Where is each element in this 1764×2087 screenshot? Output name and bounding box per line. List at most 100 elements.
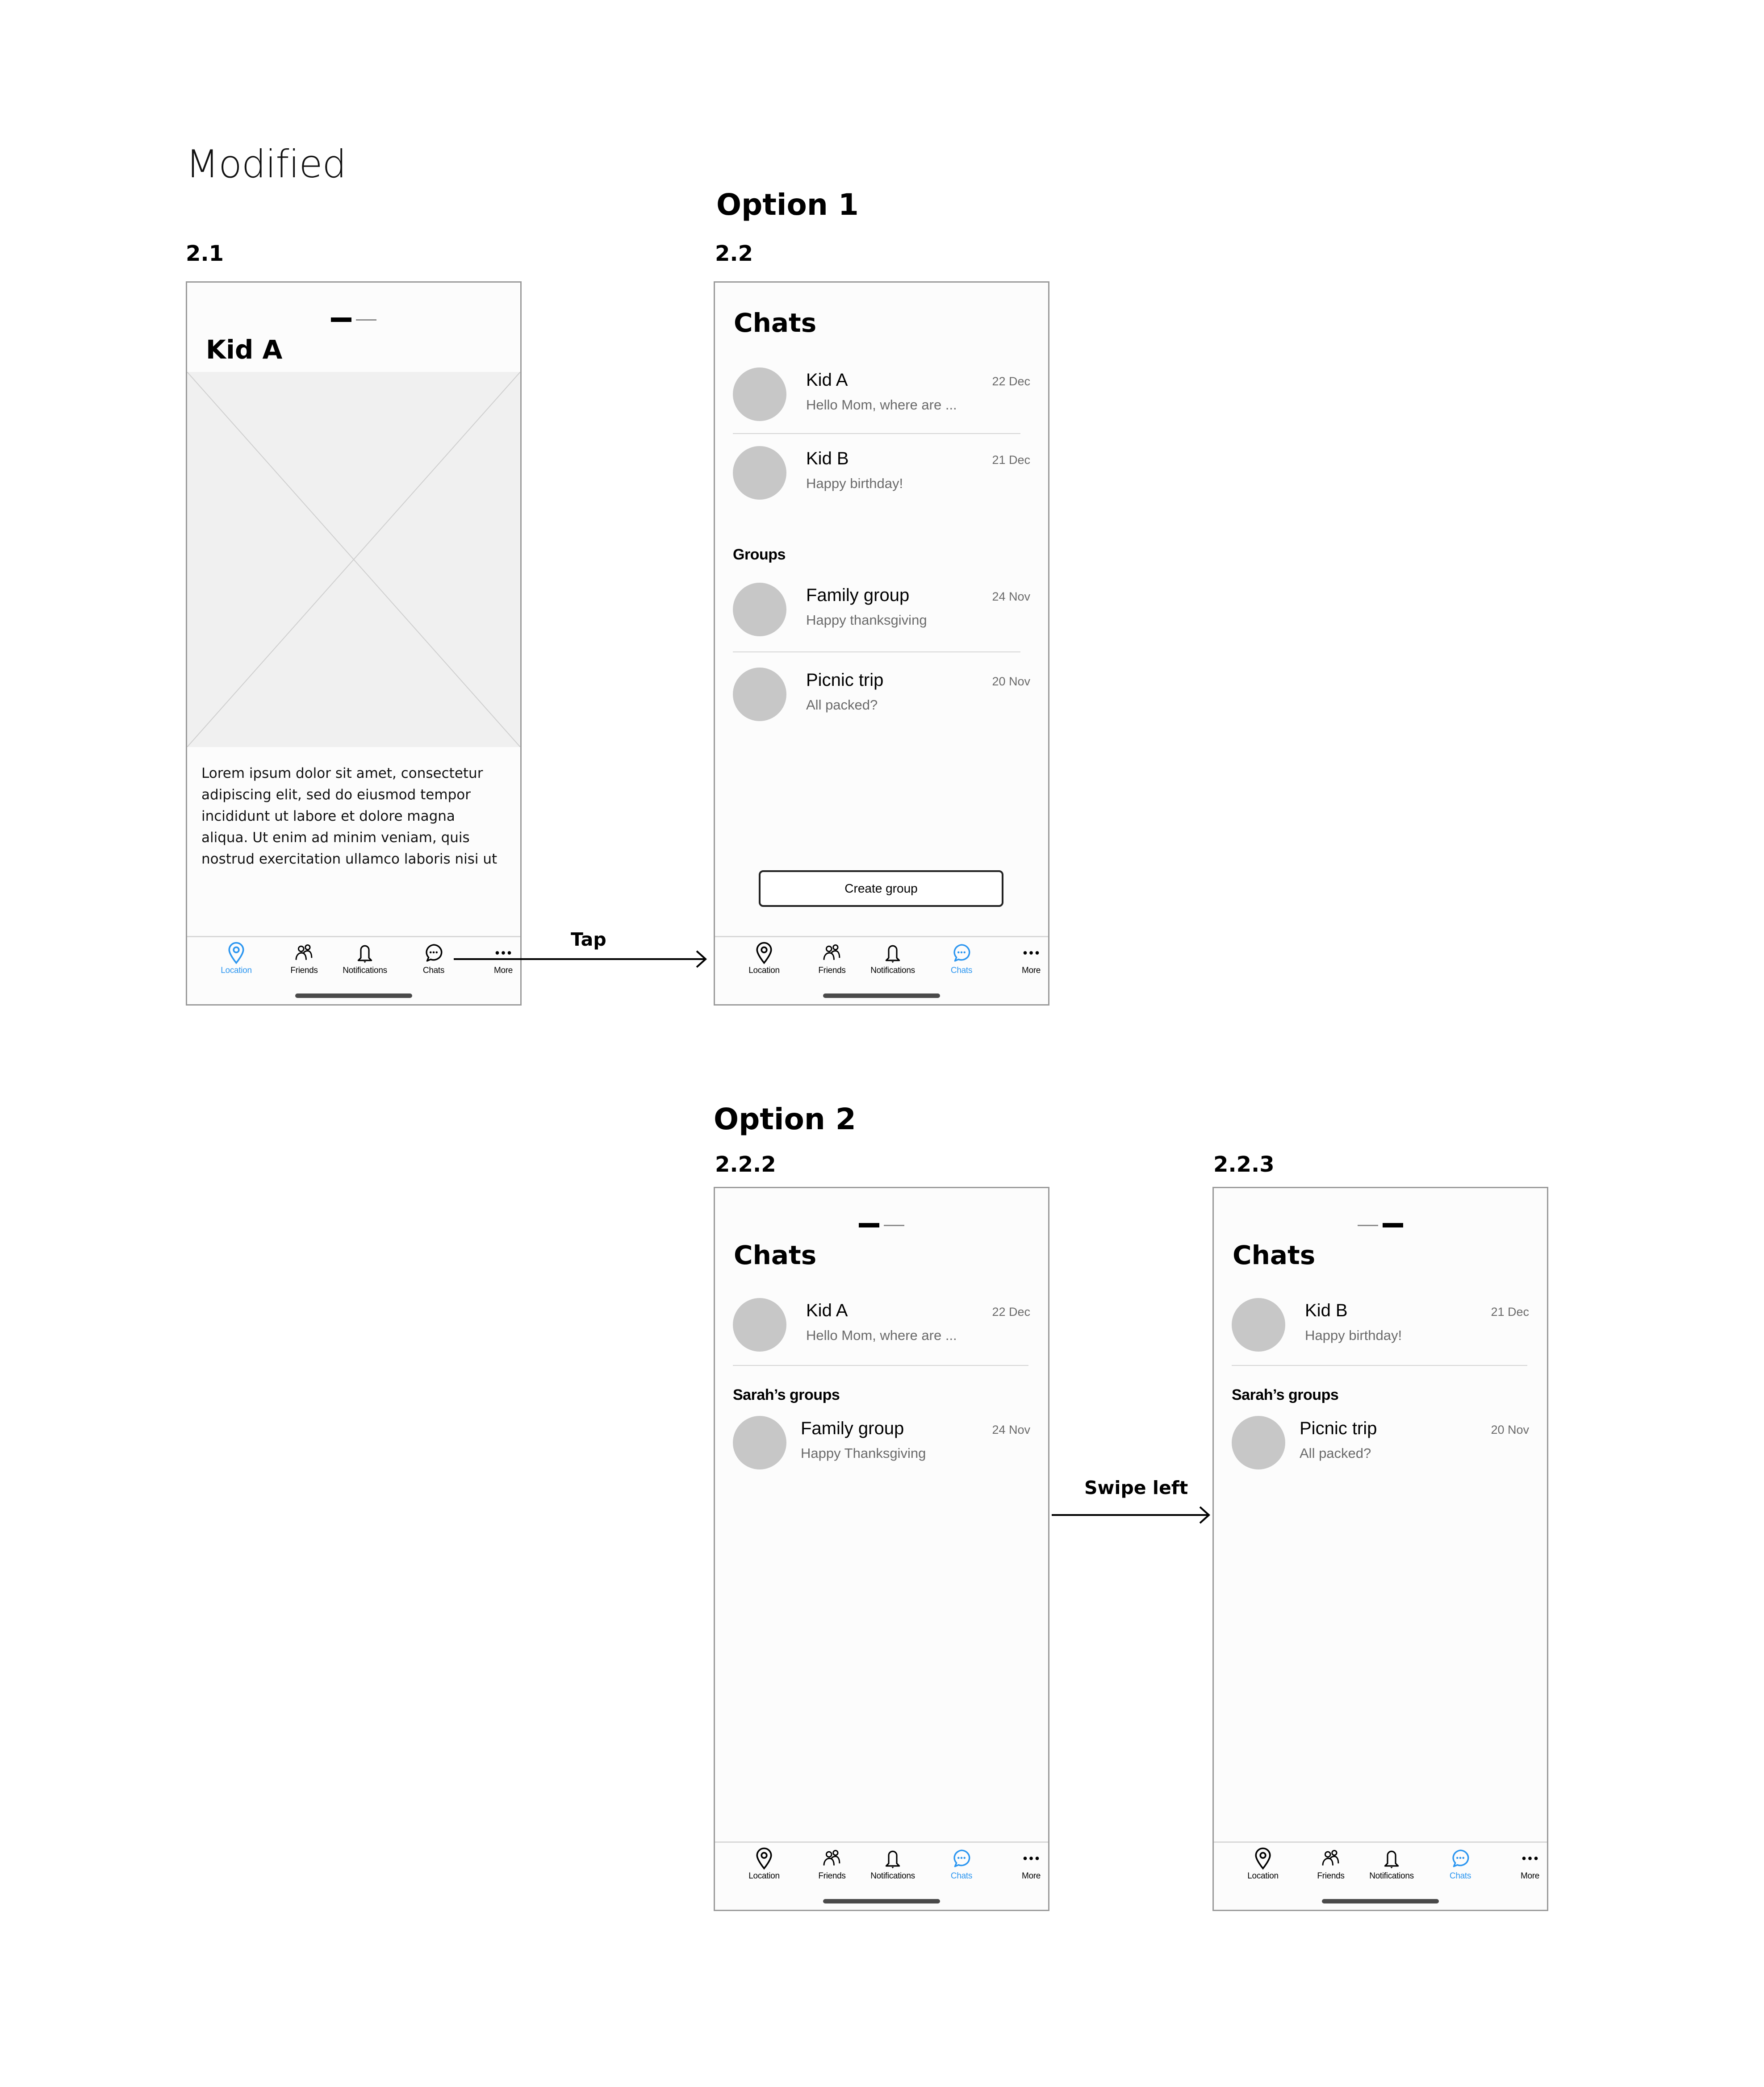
bell-icon (881, 941, 905, 965)
groups-section-label: Groups (733, 546, 786, 563)
tab-label: Notifications (343, 966, 387, 975)
tab-notifications[interactable]: Notifications (861, 941, 924, 976)
group-date: 24 Nov (992, 1423, 1030, 1436)
arrow-head-icon (1199, 1506, 1210, 1524)
phone-screen-2-1: Kid A Lorem ipsum dolor sit amet, consec… (186, 281, 522, 1006)
tab-label: Location (221, 966, 252, 975)
tab-label: Chats (950, 1871, 973, 1881)
create-group-button[interactable]: Create group (759, 870, 1003, 907)
chat-preview: Happy birthday! (806, 476, 903, 491)
tab-label: Chats (422, 966, 445, 975)
group-list-item[interactable]: Family group Happy thanksgiving 24 Nov (733, 583, 1030, 641)
tab-friends[interactable]: Friends (801, 941, 863, 976)
arrow-head-icon (696, 950, 707, 968)
page-indicator[interactable] (715, 1222, 1048, 1228)
group-preview: Happy Thanksgiving (801, 1445, 926, 1461)
more-dots-icon (1518, 1846, 1542, 1870)
tab-label: Friends (818, 1871, 846, 1881)
chat-name: Kid A (806, 1301, 848, 1320)
bell-icon (881, 1846, 905, 1870)
tab-friends[interactable]: Friends (1300, 1846, 1362, 1881)
tap-flow-arrow (454, 958, 705, 960)
tab-label: Notifications (1369, 1871, 1414, 1881)
group-list-item[interactable]: Picnic trip All packed? 20 Nov (1232, 1416, 1529, 1474)
more-dots-icon (1019, 941, 1043, 965)
tab-label: More (1520, 1871, 1540, 1881)
page-dot-active (859, 1223, 879, 1227)
chats-heading: Chats (734, 308, 817, 338)
tab-location[interactable]: Location (205, 941, 268, 976)
chat-name: Kid A (806, 370, 848, 390)
groups-section-label: Sarah’s groups (1232, 1386, 1339, 1403)
tab-notifications[interactable]: Notifications (334, 941, 396, 976)
phone-screen-2-2: Chats Kid A Hello Mom, where are ... 22 … (714, 281, 1049, 1006)
tab-chats[interactable]: Chats (930, 941, 993, 976)
home-indicator (1322, 1899, 1439, 1903)
tab-more[interactable]: More (1000, 941, 1048, 976)
home-indicator (295, 993, 412, 998)
chat-list-item[interactable]: Kid A Hello Mom, where are ... 22 Dec (733, 1298, 1030, 1356)
divider (1232, 1365, 1527, 1366)
map-pin-icon (1251, 1846, 1275, 1870)
chat-list-item[interactable]: Kid A Hello Mom, where are ... 22 Dec (733, 367, 1030, 426)
chat-bubble-icon (949, 1846, 974, 1870)
page-dot (356, 319, 376, 321)
group-date: 24 Nov (992, 590, 1030, 603)
tab-friends[interactable]: Friends (801, 1846, 863, 1881)
tab-more[interactable]: More (1499, 1846, 1547, 1881)
screen-id-2-2-2: 2.2.2 (715, 1152, 776, 1177)
screen-id-2-2-3: 2.2.3 (1213, 1152, 1275, 1177)
map-pin-icon (752, 1846, 776, 1870)
tab-label: Location (1247, 1871, 1279, 1881)
page-title: Modified (186, 142, 347, 187)
tab-notifications[interactable]: Notifications (1360, 1846, 1423, 1881)
page-indicator[interactable] (1214, 1222, 1547, 1228)
avatar (733, 668, 786, 721)
tab-more[interactable]: More (1000, 1846, 1048, 1881)
chat-preview: Hello Mom, where are ... (806, 1327, 957, 1343)
group-name: Picnic trip (806, 670, 884, 690)
tab-chats[interactable]: Chats (930, 1846, 993, 1881)
tab-friends[interactable]: Friends (273, 941, 335, 976)
page-dot (884, 1224, 904, 1226)
bell-icon (1379, 1846, 1404, 1870)
group-preview: All packed? (1300, 1445, 1371, 1461)
divider (733, 433, 1020, 434)
tab-location[interactable]: Location (733, 1846, 795, 1881)
phone-screen-2-2-3: Chats Kid B Happy birthday! 21 Dec Sarah… (1212, 1187, 1548, 1911)
map-pin-icon (224, 941, 248, 965)
chat-list-item[interactable]: Kid B Happy birthday! 21 Dec (733, 446, 1030, 504)
swipe-flow-arrow (1052, 1514, 1208, 1516)
group-preview: Happy thanksgiving (806, 612, 927, 628)
tab-label: Notifications (870, 966, 915, 975)
tab-chats[interactable]: Chats (1429, 1846, 1492, 1881)
chats-heading: Chats (734, 1240, 817, 1270)
chat-date: 22 Dec (992, 375, 1030, 388)
bell-icon (353, 941, 377, 965)
friends-icon (1319, 1846, 1343, 1870)
avatar (733, 446, 786, 500)
avatar (733, 367, 786, 421)
divider (733, 651, 1020, 652)
tab-label: More (1021, 966, 1041, 975)
page-dot-active (331, 317, 351, 322)
group-list-item[interactable]: Family group Happy Thanksgiving 24 Nov (733, 1416, 1030, 1474)
tab-label: More (493, 966, 513, 975)
more-dots-icon (1019, 1846, 1043, 1870)
friends-icon (820, 941, 844, 965)
tab-notifications[interactable]: Notifications (861, 1846, 924, 1881)
avatar (1232, 1416, 1285, 1469)
page-dot (1358, 1224, 1378, 1226)
chat-bubble-icon (1448, 1846, 1472, 1870)
chat-preview: Happy birthday! (1305, 1327, 1402, 1343)
tab-label: Friends (1317, 1871, 1345, 1881)
chat-bubble-icon (422, 941, 446, 965)
map-image-placeholder (187, 372, 520, 747)
page-indicator[interactable] (187, 317, 520, 323)
tab-location[interactable]: Location (733, 941, 795, 976)
chat-list-item[interactable]: Kid B Happy birthday! 21 Dec (1232, 1298, 1529, 1356)
tab-location[interactable]: Location (1232, 1846, 1294, 1881)
group-list-item[interactable]: Picnic trip All packed? 20 Nov (733, 668, 1030, 726)
tab-label: Chats (1449, 1871, 1471, 1881)
screen-id-2-2: 2.2 (715, 241, 753, 266)
